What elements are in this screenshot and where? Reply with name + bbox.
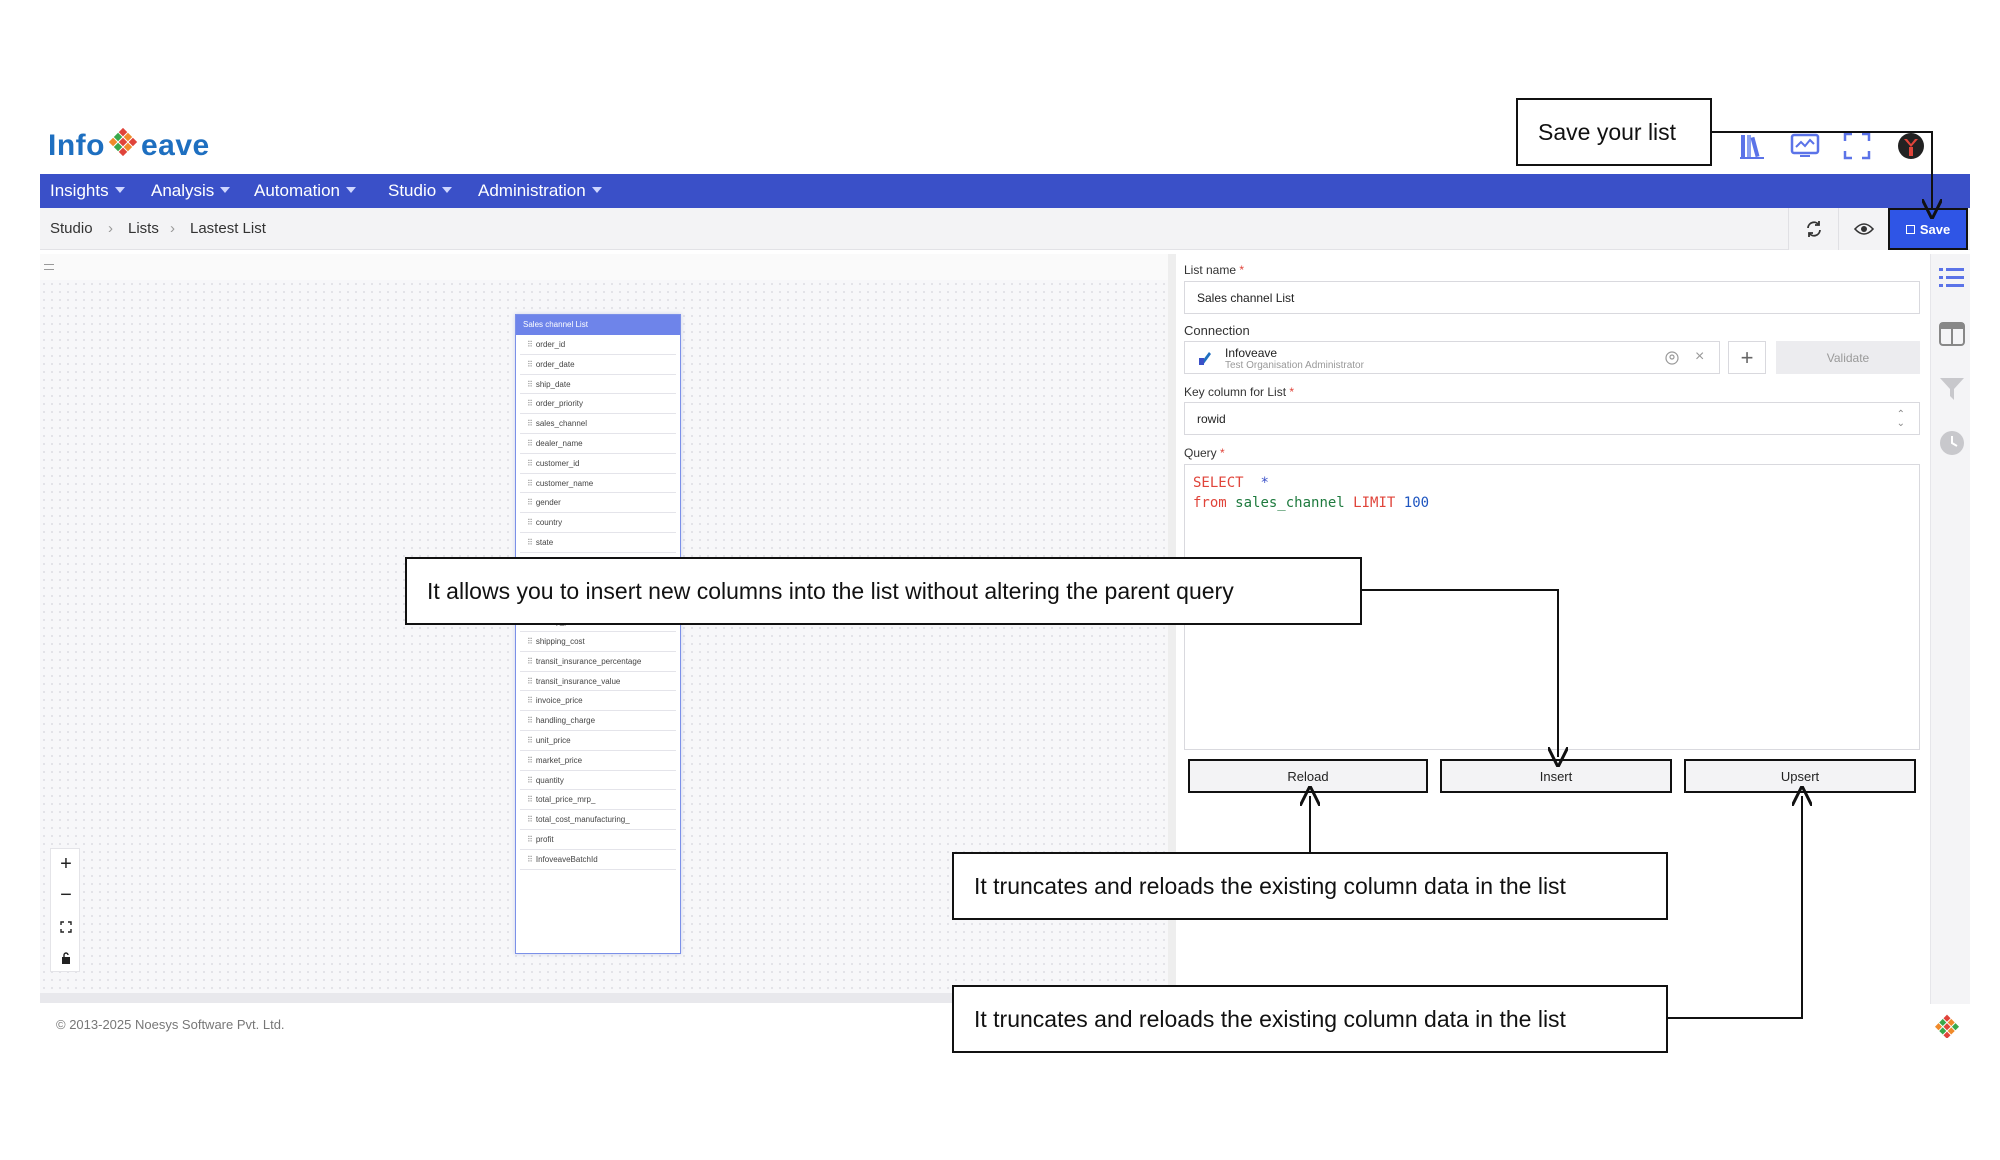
annotation-save: Save your list xyxy=(1516,98,1712,166)
annotation-reload: It truncates and reloads the existing co… xyxy=(952,852,1668,920)
insert-connector xyxy=(1362,589,1558,757)
upsert-connector xyxy=(1668,796,1802,1019)
annotation-insert: It allows you to insert new columns into… xyxy=(405,557,1362,625)
annotation-upsert: It truncates and reloads the existing co… xyxy=(952,985,1668,1053)
save-connector xyxy=(1712,131,1932,209)
